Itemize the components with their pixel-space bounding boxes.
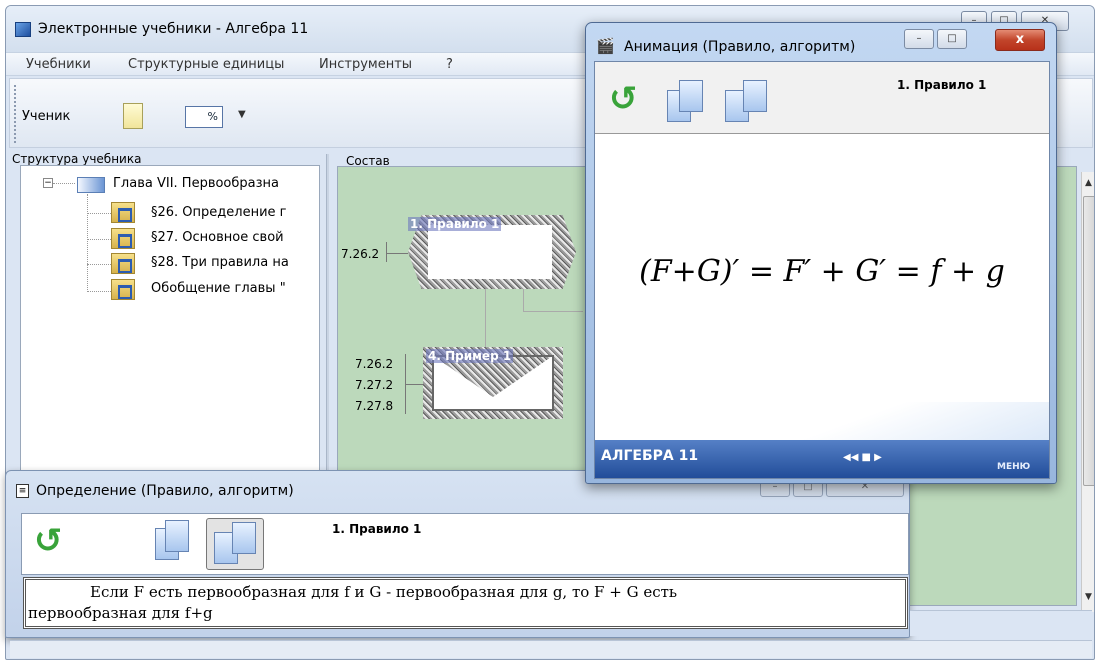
node-ref: 7.27.2 [355, 378, 394, 392]
definition-text-line2: первообразная для f+g [28, 604, 213, 622]
chapter-icon [77, 177, 105, 193]
refresh-icon[interactable]: ↺ [34, 524, 63, 558]
toolbar-grip[interactable] [14, 85, 16, 143]
scroll-down-icon[interactable]: ▼ [1085, 592, 1092, 602]
definition-text-line1: Если F есть первообразная для f и G - пе… [90, 583, 678, 601]
animation-toolbar: ↺ 1. Правило 1 [595, 62, 1049, 134]
definition-text: Если F есть первообразная для f и G - пе… [23, 577, 908, 629]
structure-pane-label: Структура учебника [12, 152, 142, 166]
section-icon [111, 253, 135, 274]
tree-connector [87, 291, 111, 292]
animation-heading: 1. Правило 1 [897, 78, 987, 92]
playback-controls[interactable]: ◀◀ ■ ▶ [843, 452, 882, 463]
animation-window-title: Анимация (Правило, алгоритм) [624, 39, 856, 55]
node-ref: 7.27.8 [355, 399, 394, 413]
tree-item-chapter[interactable]: Глава VII. Первообразна [113, 176, 279, 191]
app-icon [15, 22, 31, 37]
animation-footer: АЛГЕБРА 11 ◀◀ ■ ▶ МЕНЮ [595, 440, 1049, 478]
scroll-up-icon[interactable]: ▲ [1085, 178, 1092, 188]
node-ref: 7.26.2 [341, 247, 380, 261]
rule-node-body[interactable] [428, 225, 552, 279]
tree-item-section-27[interactable]: §27. Основное свой [151, 230, 284, 245]
definition-heading: 1. Правило 1 [332, 522, 422, 536]
tree-item-section-28[interactable]: §28. Три правила на [151, 255, 289, 270]
example-node-border [432, 355, 554, 411]
node-ref: 7.26.2 [355, 357, 394, 371]
animation-formula: (F+G)′ = F′ + G′ = f + g [639, 254, 1005, 289]
section-icon [111, 228, 135, 249]
ref-bracket [386, 242, 387, 262]
animation-window: 🎬 Анимация (Правило, алгоритм) – □ x ↺ 1… [585, 22, 1057, 484]
pages-icon-front[interactable] [743, 80, 767, 112]
menu-help[interactable]: ? [446, 57, 453, 72]
rule-node-label: 1. Правило 1 [408, 217, 502, 231]
section-icon [111, 279, 135, 300]
tree-connector [87, 239, 111, 240]
menu-structural-units[interactable]: Структурные единицы [128, 57, 284, 72]
refresh-icon[interactable]: ↺ [609, 82, 638, 116]
main-window-title: Электронные учебники - Алгебра 11 [38, 21, 309, 37]
footer-wave [595, 402, 1049, 442]
status-bar [10, 640, 1092, 658]
footer-brand: АЛГЕБРА 11 [601, 448, 699, 464]
percent-table-icon[interactable]: % [185, 106, 223, 128]
pages-icon-front [232, 522, 256, 554]
page-icon-front[interactable] [165, 520, 189, 552]
footer-menu-button[interactable]: МЕНЮ [997, 462, 1030, 472]
node-connector [523, 311, 583, 312]
node-connector [523, 289, 524, 311]
page-icon-front[interactable] [679, 80, 703, 112]
document-icon[interactable] [123, 103, 143, 129]
definition-window-title: Определение (Правило, алгоритм) [36, 483, 294, 499]
example-node-label: 4. Пример 1 [426, 349, 514, 363]
node-connector [485, 289, 486, 347]
student-label: Ученик [22, 109, 71, 124]
animation-close-button[interactable]: x [995, 29, 1045, 51]
tree-item-section-26[interactable]: §26. Определение г [151, 205, 287, 220]
animation-maximize-button[interactable]: □ [937, 29, 967, 49]
definition-window: ≡ Определение (Правило, алгоритм) – □ ✕ … [5, 470, 910, 638]
tree-connector [87, 194, 88, 292]
tree-connector [87, 213, 111, 214]
window-list-icon: ≡ [16, 484, 29, 498]
tree-connector [53, 183, 75, 184]
ref-connector [405, 384, 423, 385]
collapse-toggle-icon[interactable]: − [43, 178, 53, 188]
status-strip [910, 610, 1092, 636]
vertical-scrollbar[interactable]: ▲ ▼ [1081, 172, 1094, 612]
tree-connector [87, 264, 111, 265]
tree-item-chapter-summary[interactable]: Обобщение главы " [151, 281, 286, 296]
menu-tools[interactable]: Инструменты [319, 57, 412, 72]
scroll-thumb[interactable] [1083, 196, 1094, 486]
section-icon [111, 202, 135, 223]
animation-content: ↺ 1. Правило 1 (F+G)′ = F′ + G′ = f + g … [594, 61, 1050, 479]
animation-minimize-button[interactable]: – [904, 29, 934, 49]
definition-toolbar: ↺ 1. Правило 1 [21, 513, 909, 575]
chevron-down-icon[interactable]: ▼ [238, 109, 246, 120]
menu-textbooks[interactable]: Учебники [26, 57, 91, 72]
ref-connector [386, 253, 408, 254]
animation-app-icon: 🎬 [596, 37, 615, 55]
